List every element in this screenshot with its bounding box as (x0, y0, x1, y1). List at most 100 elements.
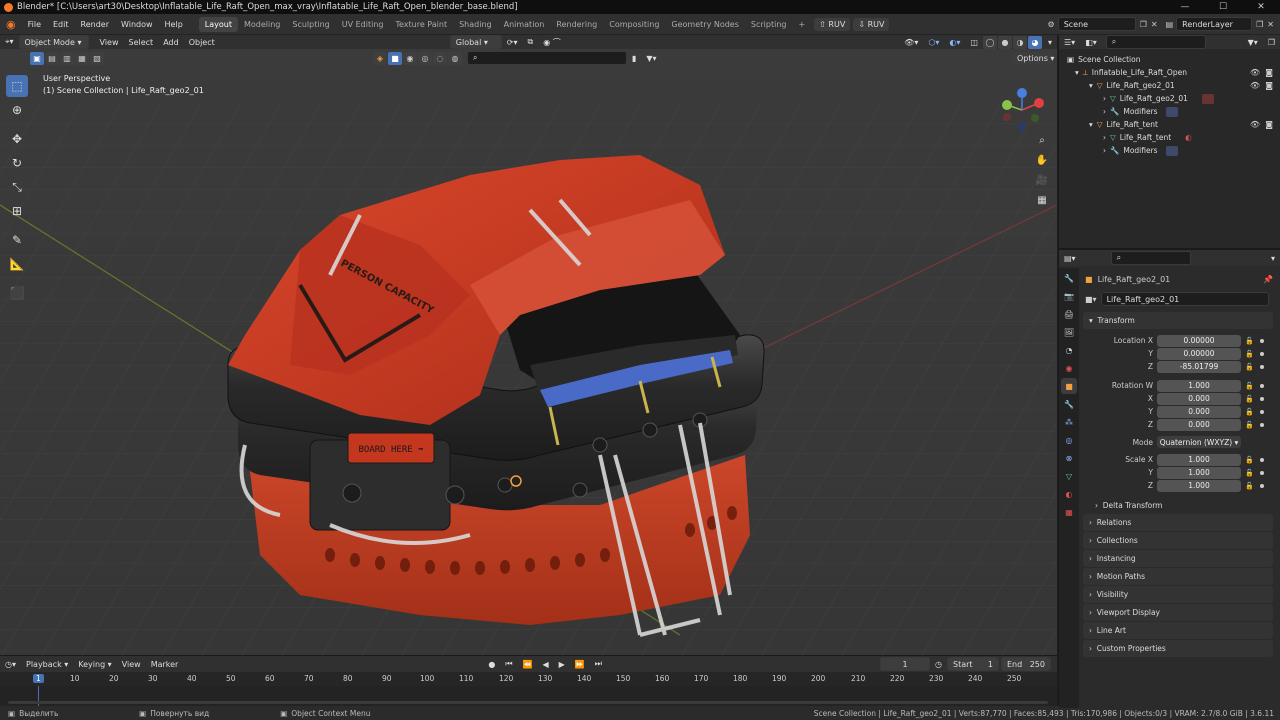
outliner-editor-icon[interactable]: ☰▾ (1059, 38, 1080, 47)
menu-add[interactable]: Add (158, 38, 184, 47)
visibility-eye-icon[interactable]: 👁 (1250, 120, 1260, 129)
tab-sculpting[interactable]: Sculpting (286, 17, 335, 32)
lock-icon[interactable]: 🔓 (1245, 337, 1254, 345)
outliner-search-input[interactable]: ⌕ (1105, 35, 1206, 49)
outliner-item[interactable]: ▾ ▽ Life_Raft_geo2_01 👁 ◙ (1059, 79, 1280, 92)
current-frame-field[interactable]: 1 (880, 657, 931, 671)
scene-field[interactable]: Scene (1057, 17, 1136, 31)
view-layer-tab-icon[interactable]: 🖼 (1061, 324, 1077, 340)
lock-icon[interactable]: 🔓 (1245, 350, 1254, 358)
playhead-frame[interactable]: 1 (33, 674, 44, 683)
navigation-gizmo[interactable] (997, 85, 1047, 135)
menu-help[interactable]: Help (159, 20, 189, 29)
jump-start-icon[interactable]: ⏮ (500, 659, 517, 669)
panel-custom-properties[interactable]: › Custom Properties (1083, 640, 1273, 657)
lock-icon[interactable]: 🔓 (1245, 395, 1254, 403)
timeline-editor-icon[interactable]: ◷▾ (0, 660, 21, 669)
render-camera-icon[interactable]: ◙ (1265, 81, 1273, 90)
object-browse-icon[interactable]: ■▾ (1085, 295, 1097, 304)
properties-search-input[interactable]: ⌕ (1110, 251, 1191, 265)
expand-icon[interactable]: ▾ (1089, 120, 1093, 129)
scene-icon[interactable]: ⚙ (1048, 20, 1055, 29)
menu-file[interactable]: File (22, 20, 47, 29)
menu-window[interactable]: Window (115, 20, 159, 29)
filter-empty-icon[interactable]: ◌ (433, 51, 447, 65)
shading-material-icon[interactable]: ◑ (1012, 35, 1027, 49)
cursor-tool[interactable]: ⊕ (6, 99, 28, 121)
play-reverse-icon[interactable]: ◀ (538, 660, 554, 669)
filter-camera-icon[interactable]: ◎ (418, 51, 432, 65)
expand-icon[interactable]: › (1103, 94, 1106, 103)
keyframe-dot[interactable] (1259, 338, 1264, 343)
texture-tab-icon[interactable]: ▦ (1061, 504, 1077, 520)
rotation-w-field[interactable]: 1.000 (1157, 379, 1241, 392)
orientation-select[interactable]: Global ▾ (449, 35, 502, 49)
start-frame-field[interactable]: Start 1 (947, 657, 999, 671)
select-mode-intersect-icon[interactable]: ▧ (90, 51, 104, 65)
rotation-mode-select[interactable]: Quaternion (WXYZ) ▾ (1157, 436, 1241, 448)
tab-compositing[interactable]: Compositing (603, 17, 665, 32)
properties-options-icon[interactable]: ▾ (1266, 254, 1280, 263)
lock-icon[interactable]: 🔓 (1245, 456, 1254, 464)
minimize-button[interactable]: — (1166, 2, 1204, 12)
panel-collections[interactable]: › Collections (1083, 532, 1273, 549)
menu-keying[interactable]: Keying ▾ (73, 660, 116, 669)
keyframe-dot[interactable] (1259, 396, 1264, 401)
panel-instancing[interactable]: › Instancing (1083, 550, 1273, 567)
pin-icon[interactable]: 📌 (1263, 275, 1273, 284)
expand-icon[interactable]: › (1103, 146, 1106, 155)
keyframe-dot[interactable] (1259, 483, 1264, 488)
layer-new-icon[interactable]: ❐ (1256, 20, 1263, 29)
outliner-filter-icon[interactable]: ▼▾ (1243, 38, 1263, 47)
render-camera-icon[interactable]: ◙ (1265, 120, 1273, 129)
jump-end-icon[interactable]: ⏭ (590, 659, 607, 669)
tab-layout[interactable]: Layout (198, 16, 238, 32)
outliner-item[interactable]: › ▽ Life_Raft_geo2_01 (1059, 92, 1280, 105)
tab-uv-editing[interactable]: UV Editing (336, 17, 390, 32)
snap-icon[interactable]: ⧉ (522, 37, 538, 47)
menu-object[interactable]: Object (184, 38, 220, 47)
tab-rendering[interactable]: Rendering (550, 17, 603, 32)
view-layer-icon[interactable]: ◈ (373, 51, 387, 65)
next-key-icon[interactable]: ⏩ (570, 660, 590, 669)
rotation-z-field[interactable]: 0.000 (1157, 418, 1241, 431)
location-x-field[interactable]: 0.00000 (1157, 334, 1241, 347)
shading-options-icon[interactable]: ▾ (1043, 38, 1057, 47)
3d-viewport[interactable]: BOARD HERE ➡ PERSON CAPACITY ⌖▾ Object M… (0, 35, 1057, 655)
tab-modeling[interactable]: Modeling (238, 17, 286, 32)
clock-icon[interactable]: ◷ (930, 660, 947, 669)
rotate-tool[interactable]: ↻ (6, 152, 28, 174)
select-mode-invert-icon[interactable]: ▦ (75, 51, 89, 65)
filter-mesh-icon[interactable]: ■ (388, 51, 402, 65)
select-mode-extend-icon[interactable]: ▤ (45, 51, 59, 65)
ortho-grid-icon[interactable]: ▦ (1032, 190, 1052, 210)
world-tab-icon[interactable]: ◉ (1061, 360, 1077, 376)
options-dropdown[interactable]: Options ▾ (1011, 51, 1054, 65)
scene-remove-icon[interactable]: ✕ (1151, 20, 1158, 29)
scale-z-field[interactable]: 1.000 (1157, 479, 1241, 492)
object-name-field[interactable]: Life_Raft_geo2_01 (1100, 292, 1269, 306)
zoom-icon[interactable]: ⌕ (1032, 130, 1052, 150)
timeline-ruler[interactable]: 1 10 20 30 40 50 60 70 80 90 100 110 120… (0, 672, 1057, 686)
timeline-track[interactable] (0, 686, 1057, 706)
keyframe-dot[interactable] (1259, 457, 1264, 462)
outliner-item[interactable]: › 🔧 Modifiers (1059, 105, 1280, 118)
scale-x-field[interactable]: 1.000 (1157, 453, 1241, 466)
xray-icon[interactable]: ◫ (965, 38, 983, 47)
shading-wireframe-icon[interactable]: ◯ (982, 35, 997, 49)
maximize-button[interactable]: ☐ (1204, 2, 1242, 12)
select-box-tool[interactable]: ⬚ (6, 75, 28, 97)
visibility-icon[interactable]: 👁▾ (899, 38, 923, 47)
overlay-toggle-icon[interactable]: ◐▾ (944, 38, 965, 47)
menu-view[interactable]: View (95, 38, 124, 47)
transform-tool[interactable]: ⊞ (6, 200, 28, 222)
lock-icon[interactable]: 🔓 (1245, 382, 1254, 390)
camera-view-icon[interactable]: 🎥 (1032, 170, 1052, 190)
play-icon[interactable]: ▶ (554, 660, 570, 669)
material-tab-icon[interactable]: ◐ (1061, 486, 1077, 502)
tab-scripting[interactable]: Scripting (745, 17, 793, 32)
tool-tab-icon[interactable]: 🔧 (1061, 270, 1077, 286)
lock-icon[interactable]: 🔓 (1245, 363, 1254, 371)
layer-remove-icon[interactable]: ✕ (1267, 20, 1274, 29)
expand-icon[interactable]: › (1103, 133, 1106, 142)
